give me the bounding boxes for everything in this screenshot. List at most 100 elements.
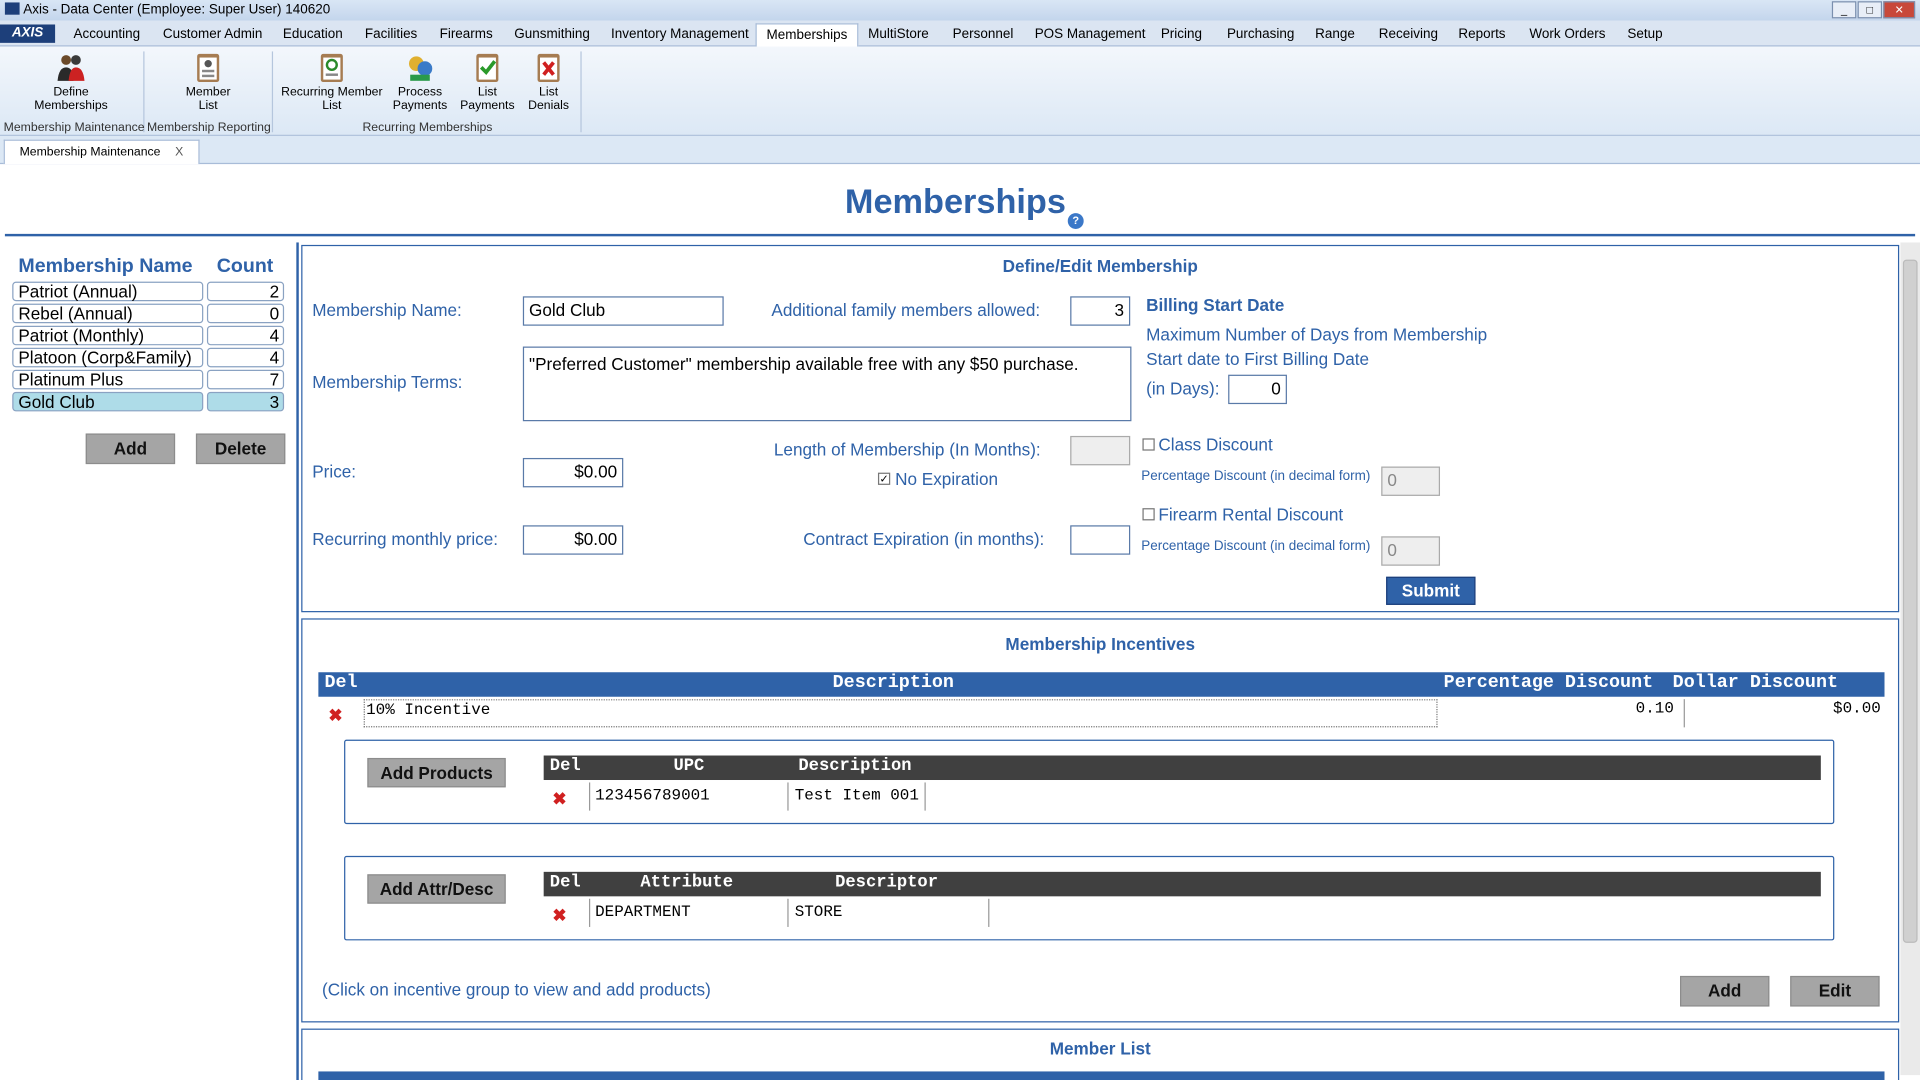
process-payments-line1: Process bbox=[397, 85, 443, 100]
incentive-description[interactable]: 10% Incentive bbox=[363, 699, 1438, 728]
incentive-row[interactable]: ✖ 10% Incentive 0.10 $0.00 bbox=[318, 697, 1884, 729]
membership-row-count[interactable]: 2 bbox=[206, 281, 285, 302]
membership-row-count[interactable]: 7 bbox=[206, 369, 285, 390]
incentives-title: Membership Incentives bbox=[1005, 634, 1195, 654]
attribute-name: DEPARTMENT bbox=[588, 898, 789, 927]
class-discount-checkbox[interactable] bbox=[1142, 438, 1155, 451]
process-payments-button[interactable]: Process Payments bbox=[389, 51, 450, 113]
menu-gunsmithing[interactable]: Gunsmithing bbox=[514, 27, 590, 42]
membership-row-name[interactable]: Gold Club bbox=[12, 391, 204, 412]
recurring-price-label: Recurring monthly price: bbox=[312, 528, 499, 549]
title-bar: Axis - Data Center (Employee: Super User… bbox=[0, 0, 1920, 21]
vertical-scrollbar[interactable] bbox=[1900, 242, 1920, 1076]
membership-terms-textarea[interactable]: "Preferred Customer" membership availabl… bbox=[522, 346, 1132, 422]
products-col-del: Del bbox=[549, 756, 581, 777]
menu-multistore[interactable]: MultiStore bbox=[868, 27, 929, 42]
incentive-dollar[interactable]: $0.00 bbox=[1685, 699, 1883, 717]
menu-accounting[interactable]: Accounting bbox=[73, 27, 140, 42]
add-products-button[interactable]: Add Products bbox=[367, 757, 506, 788]
membership-name-input[interactable]: Gold Club bbox=[522, 296, 724, 326]
submit-button[interactable]: Submit bbox=[1386, 576, 1476, 605]
menu-purchasing[interactable]: Purchasing bbox=[1227, 27, 1294, 42]
maximize-icon[interactable]: □ bbox=[1857, 1, 1883, 19]
tab-membership-maintenance[interactable]: Membership Maintenance X bbox=[3, 139, 200, 165]
delete-membership-button[interactable]: Delete bbox=[195, 433, 286, 465]
menu-pricing[interactable]: Pricing bbox=[1161, 27, 1202, 42]
help-icon[interactable]: ? bbox=[1067, 213, 1084, 229]
menu-customer-admin[interactable]: Customer Admin bbox=[163, 27, 263, 42]
edit-incentive-button[interactable]: Edit bbox=[1790, 975, 1880, 1007]
minimize-icon[interactable]: _ bbox=[1831, 1, 1857, 19]
product-row[interactable]: ✖ 123456789001 Test Item 001 bbox=[544, 780, 1821, 812]
incentives-col-description: Description bbox=[832, 672, 954, 694]
membership-row-count[interactable]: 4 bbox=[206, 325, 285, 346]
incentive-percentage[interactable]: 0.10 bbox=[1438, 699, 1685, 728]
menu-setup[interactable]: Setup bbox=[1627, 27, 1662, 42]
membership-row-name[interactable]: Patriot (Monthly) bbox=[12, 325, 204, 346]
count-header: Count bbox=[216, 255, 274, 277]
price-input[interactable]: $0.00 bbox=[522, 457, 624, 488]
firearm-rental-discount-checkbox[interactable] bbox=[1142, 508, 1155, 521]
app-window: Axis - Data Center (Employee: Super User… bbox=[0, 0, 1920, 1080]
recurring-member-list-line1: Recurring Member bbox=[281, 85, 383, 100]
menu-memberships[interactable]: Memberships bbox=[755, 23, 859, 48]
close-tab-icon[interactable]: X bbox=[175, 146, 183, 159]
menu-work-orders[interactable]: Work Orders bbox=[1529, 27, 1605, 42]
people-icon bbox=[57, 55, 85, 81]
class-pct-label: Percentage Discount (in decimal form) bbox=[1141, 468, 1371, 484]
billing-description-line1: Maximum Number of Days from Membership bbox=[1146, 324, 1488, 345]
menu-personnel[interactable]: Personnel bbox=[953, 27, 1014, 42]
membership-row-name[interactable]: Patriot (Annual) bbox=[12, 281, 204, 302]
billing-days-input[interactable]: 0 bbox=[1228, 374, 1287, 405]
delete-product-icon[interactable]: ✖ bbox=[552, 790, 567, 807]
denials-icon bbox=[537, 53, 560, 83]
menu-range[interactable]: Range bbox=[1315, 27, 1355, 42]
list-payments-button[interactable]: List Payments bbox=[458, 51, 517, 113]
delete-attribute-icon[interactable]: ✖ bbox=[552, 906, 567, 923]
family-members-input[interactable]: 3 bbox=[1070, 296, 1131, 326]
menu-inventory-management[interactable]: Inventory Management bbox=[611, 27, 749, 42]
define-memberships-button[interactable]: Define Memberships bbox=[22, 51, 120, 113]
membership-row-name[interactable]: Rebel (Annual) bbox=[12, 303, 204, 324]
menu-firearms[interactable]: Firearms bbox=[440, 27, 493, 42]
ribbon-separator bbox=[143, 51, 145, 133]
membership-row-name[interactable]: Platinum Plus bbox=[12, 369, 204, 390]
add-incentive-button[interactable]: Add bbox=[1680, 975, 1770, 1007]
menu-facilities[interactable]: Facilities bbox=[365, 27, 417, 42]
recurring-member-list-button[interactable]: Recurring Member List bbox=[279, 51, 384, 113]
products-col-upc: UPC bbox=[673, 756, 705, 777]
length-of-membership-input[interactable] bbox=[1070, 435, 1131, 466]
class-pct-input[interactable]: 0 bbox=[1381, 466, 1441, 496]
list-denials-line1: List bbox=[539, 85, 559, 100]
scrollbar-thumb[interactable] bbox=[1902, 259, 1918, 943]
clipboard-list-icon bbox=[197, 53, 220, 83]
ribbon-separator bbox=[271, 51, 274, 133]
products-subpanel: Add Products Del UPC Description ✖ 12345… bbox=[344, 739, 1835, 825]
delete-incentive-icon[interactable]: ✖ bbox=[328, 707, 343, 724]
recurring-price-input[interactable]: $0.00 bbox=[522, 525, 624, 555]
billing-start-date-title: Billing Start Date bbox=[1146, 295, 1285, 315]
ribbon-separator bbox=[580, 51, 582, 133]
list-payments-line2: Payments bbox=[460, 99, 515, 113]
close-window-icon[interactable]: ✕ bbox=[1883, 1, 1916, 19]
rental-pct-input[interactable]: 0 bbox=[1381, 536, 1441, 566]
menu-reports[interactable]: Reports bbox=[1458, 27, 1505, 42]
list-denials-button[interactable]: List Denials bbox=[522, 51, 576, 113]
contract-expiration-input[interactable] bbox=[1070, 525, 1131, 555]
contract-expiration-label: Contract Expiration (in months): bbox=[803, 528, 1045, 549]
attribute-row[interactable]: ✖ DEPARTMENT STORE bbox=[544, 896, 1821, 928]
define-edit-panel: Define/Edit Membership Membership Name: … bbox=[301, 244, 1900, 613]
add-attr-desc-button[interactable]: Add Attr/Desc bbox=[367, 874, 506, 904]
membership-row-count[interactable]: 0 bbox=[206, 303, 285, 324]
menu-pos-management[interactable]: POS Management bbox=[1035, 27, 1146, 42]
incentives-col-dollar: Dollar Discount bbox=[1672, 672, 1839, 694]
no-expiration-checkbox[interactable]: ✓ bbox=[877, 472, 891, 485]
menu-receiving[interactable]: Receiving bbox=[1379, 27, 1438, 42]
add-membership-button[interactable]: Add bbox=[85, 433, 176, 465]
recurring-list-icon bbox=[320, 53, 343, 83]
membership-row-name[interactable]: Platoon (Corp&Family) bbox=[12, 347, 204, 368]
membership-row-count[interactable]: 3 bbox=[206, 391, 285, 412]
menu-education[interactable]: Education bbox=[283, 27, 343, 42]
member-list-button[interactable]: Member List bbox=[159, 51, 257, 113]
membership-row-count[interactable]: 4 bbox=[206, 347, 285, 368]
